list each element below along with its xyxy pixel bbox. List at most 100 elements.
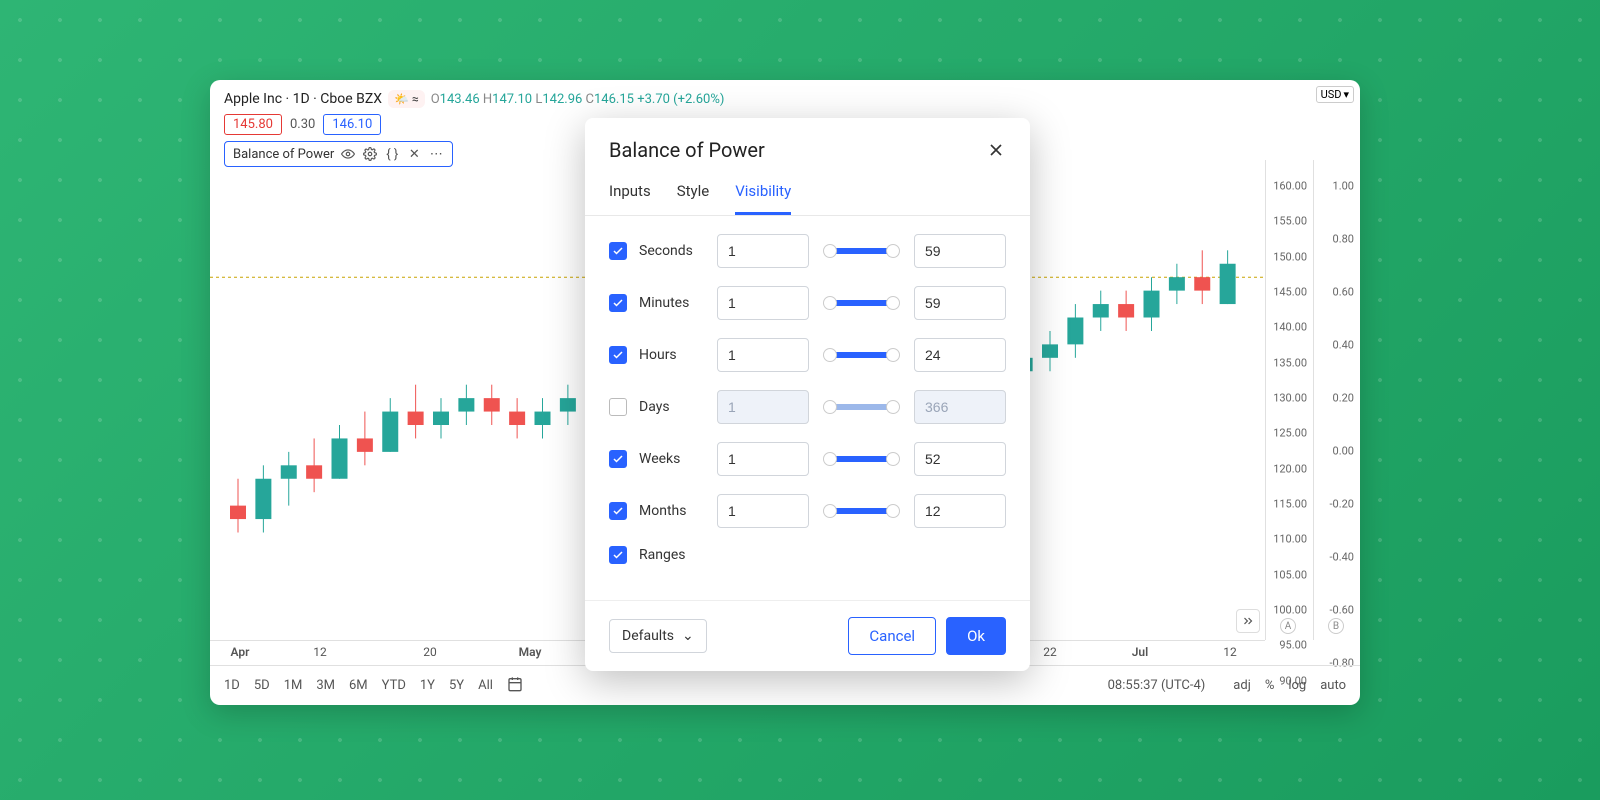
price-tick: 105.00 xyxy=(1273,568,1307,581)
range-slider-weeks[interactable] xyxy=(827,456,896,462)
indicator-chip[interactable]: Balance of Power { } ✕ ⋯ xyxy=(224,141,453,167)
chevron-down-icon: ⌄ xyxy=(682,628,694,644)
to-input-weeks[interactable] xyxy=(914,442,1006,476)
scale-options: adj% logauto xyxy=(1219,678,1346,693)
dialog-title: Balance of Power xyxy=(609,138,765,162)
ask-price[interactable]: 146.10 xyxy=(323,114,381,135)
checkbox-ranges[interactable] xyxy=(609,546,627,564)
price-tick: 155.00 xyxy=(1273,215,1307,228)
visibility-row-seconds: Seconds xyxy=(609,234,1006,268)
opt-log[interactable]: log xyxy=(1288,678,1306,693)
tab-style[interactable]: Style xyxy=(677,172,710,215)
to-input-seconds[interactable] xyxy=(914,234,1006,268)
price-tick: 130.00 xyxy=(1273,392,1307,405)
visibility-row-minutes: Minutes xyxy=(609,286,1006,320)
dialog-tabs: Inputs Style Visibility xyxy=(585,172,1030,216)
from-input-seconds[interactable] xyxy=(717,234,809,268)
bid-price[interactable]: 145.80 xyxy=(224,114,282,135)
row-label: Months xyxy=(639,503,705,519)
tab-visibility[interactable]: Visibility xyxy=(735,172,791,215)
visibility-row-months: Months xyxy=(609,494,1006,528)
price-axis[interactable]: 160.00155.00150.00145.00140.00135.00130.… xyxy=(1265,160,1313,640)
range-ytd[interactable]: YTD xyxy=(382,678,406,693)
checkbox-minutes[interactable] xyxy=(609,294,627,312)
symbol-title[interactable]: Apple Inc · 1D · Cboe BZX xyxy=(224,91,382,107)
more-icon[interactable]: ⋯ xyxy=(428,146,444,162)
checkbox-weeks[interactable] xyxy=(609,450,627,468)
dialog-close-button[interactable] xyxy=(986,140,1006,160)
collapse-button[interactable] xyxy=(1236,609,1260,633)
range-buttons: 1D 5D 1M 3M 6M YTD 1Y 5Y All xyxy=(224,676,523,696)
time-tick: 12 xyxy=(1223,645,1237,659)
indicator-tick: 0.40 xyxy=(1333,339,1354,352)
range-1y[interactable]: 1Y xyxy=(420,678,435,693)
range-6m[interactable]: 6M xyxy=(349,678,368,693)
from-input-weeks[interactable] xyxy=(717,442,809,476)
from-input-months[interactable] xyxy=(717,494,809,528)
range-1m[interactable]: 1M xyxy=(284,678,303,693)
time-tick: May xyxy=(519,645,542,659)
defaults-dropdown[interactable]: Defaults ⌄ xyxy=(609,619,707,653)
time-tick: Apr xyxy=(231,645,250,659)
range-5y[interactable]: 5Y xyxy=(449,678,464,693)
close-icon[interactable]: ✕ xyxy=(406,146,422,162)
range-slider-months[interactable] xyxy=(827,508,896,514)
tab-inputs[interactable]: Inputs xyxy=(609,172,651,215)
price-tick: 115.00 xyxy=(1273,498,1307,511)
indicator-tick: -0.40 xyxy=(1330,551,1355,564)
range-slider-seconds[interactable] xyxy=(827,248,896,254)
code-icon[interactable]: { } xyxy=(384,146,400,162)
to-input-days xyxy=(914,390,1006,424)
checkbox-hours[interactable] xyxy=(609,346,627,364)
to-input-minutes[interactable] xyxy=(914,286,1006,320)
row-label: Hours xyxy=(639,347,705,363)
range-3m[interactable]: 3M xyxy=(316,678,335,693)
price-tick: 140.00 xyxy=(1273,321,1307,334)
range-slider-minutes[interactable] xyxy=(827,300,896,306)
price-tick: 100.00 xyxy=(1273,604,1307,617)
time-tick: 22 xyxy=(1043,645,1057,659)
checkbox-days[interactable] xyxy=(609,398,627,416)
range-5d[interactable]: 5D xyxy=(254,678,270,693)
indicator-axis[interactable]: 1.000.800.600.400.200.00-0.20-0.40-0.60-… xyxy=(1313,160,1360,640)
indicator-tick: 0.60 xyxy=(1333,286,1354,299)
clock-display[interactable]: 08:55:37 (UTC-4) xyxy=(1108,678,1206,693)
indicator-name: Balance of Power xyxy=(233,147,334,162)
to-input-hours[interactable] xyxy=(914,338,1006,372)
price-tick: 110.00 xyxy=(1273,533,1307,546)
settings-dialog: Balance of Power Inputs Style Visibility S… xyxy=(585,118,1030,671)
indicator-tick: 0.20 xyxy=(1333,392,1354,405)
range-1d[interactable]: 1D xyxy=(224,678,240,693)
range-slider-hours[interactable] xyxy=(827,352,896,358)
price-tick: 150.00 xyxy=(1273,250,1307,263)
from-input-hours[interactable] xyxy=(717,338,809,372)
axis-badge-a[interactable]: A xyxy=(1280,618,1296,634)
visibility-row-hours: Hours xyxy=(609,338,1006,372)
row-label: Weeks xyxy=(639,451,705,467)
opt-adj[interactable]: adj xyxy=(1233,678,1251,693)
indicator-tick: -0.60 xyxy=(1330,604,1355,617)
indicator-tick: -0.20 xyxy=(1330,498,1355,511)
opt-auto[interactable]: auto xyxy=(1320,678,1346,693)
indicator-tick: 0.80 xyxy=(1333,233,1354,246)
checkbox-seconds[interactable] xyxy=(609,242,627,260)
opt-%[interactable]: % xyxy=(1265,678,1275,693)
time-tick: Jul xyxy=(1132,645,1149,659)
cancel-button[interactable]: Cancel xyxy=(848,617,936,655)
row-label: Seconds xyxy=(639,243,705,259)
ok-button[interactable]: Ok xyxy=(946,617,1006,655)
indicator-tick: 0.00 xyxy=(1333,445,1354,458)
calendar-icon[interactable] xyxy=(507,676,523,696)
gear-icon[interactable] xyxy=(362,146,378,162)
range-all[interactable]: All xyxy=(478,678,493,693)
eye-icon[interactable] xyxy=(340,146,356,162)
from-input-minutes[interactable] xyxy=(717,286,809,320)
price-tick: 160.00 xyxy=(1273,180,1307,193)
axis-badge-b[interactable]: B xyxy=(1328,618,1344,634)
chart-panel: Apple Inc · 1D · Cboe BZX 🌤️ ≈ O143.46 H… xyxy=(210,80,1360,705)
to-input-months[interactable] xyxy=(914,494,1006,528)
row-label: Days xyxy=(639,399,705,415)
checkbox-months[interactable] xyxy=(609,502,627,520)
chevron-down-icon: ▾ xyxy=(1343,88,1349,101)
currency-select[interactable]: USD▾ xyxy=(1316,86,1354,103)
